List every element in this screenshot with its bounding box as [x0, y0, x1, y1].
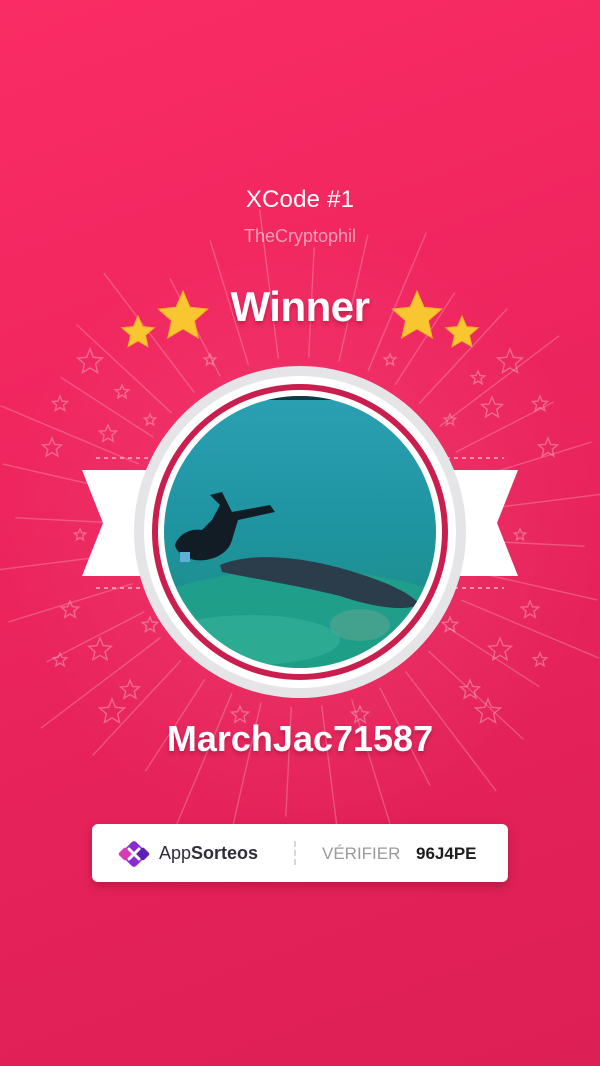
verify-label: VÉRIFIER: [322, 844, 401, 863]
organizer-name: TheCryptophil: [243, 226, 357, 246]
verification-card[interactable]: AppSorteos VÉRIFIER 96J4PE: [92, 824, 508, 882]
appsorteos-brand: AppSorteos: [159, 843, 259, 863]
raffle-title: XCode #1: [245, 186, 355, 213]
winner-username: MarchJac71587: [166, 718, 434, 759]
winner-heading: Winner: [230, 283, 370, 330]
divider: [294, 841, 296, 865]
winner-medallion-illustration: [0, 209, 600, 855]
verification-code: 96J4PE: [416, 844, 477, 863]
appsorteos-logo-icon: [118, 841, 150, 867]
